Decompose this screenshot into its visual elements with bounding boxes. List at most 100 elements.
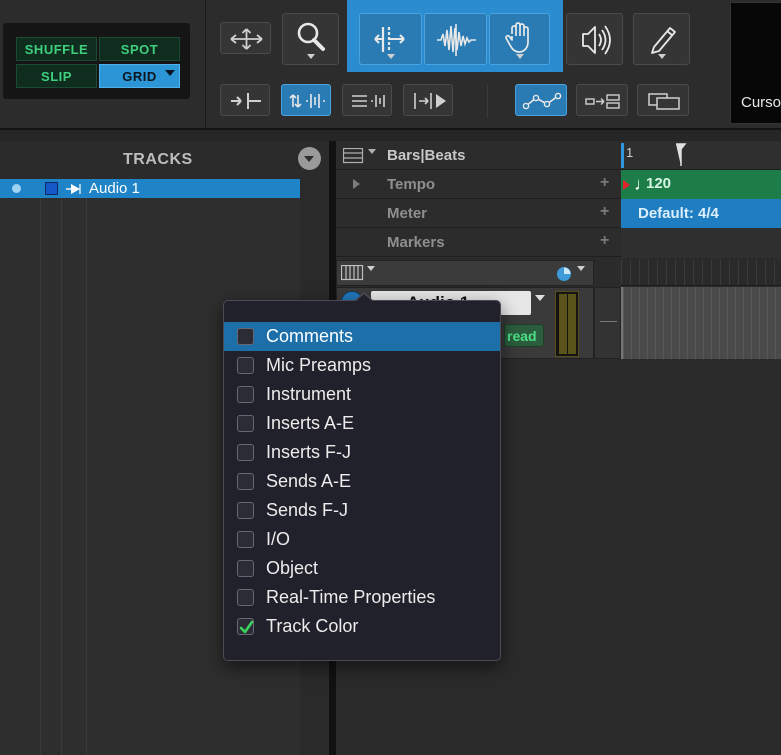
menu-item-object[interactable]: Object	[224, 554, 500, 583]
scrubber-tool-button[interactable]	[566, 13, 623, 65]
track-color-swatch	[45, 182, 58, 195]
trim-dropdown-icon	[386, 54, 395, 59]
menu-item-io[interactable]: I/O	[224, 525, 500, 554]
checkbox[interactable]	[237, 386, 254, 403]
speaker-icon	[582, 25, 611, 55]
checkmark-icon	[239, 620, 254, 634]
track-show-hide-icon[interactable]	[12, 184, 21, 193]
add-marker-icon[interactable]: +	[600, 232, 609, 250]
menu-item-mic-preamps[interactable]: Mic Preamps	[224, 351, 500, 380]
menu-item-label: Mic Preamps	[266, 355, 372, 375]
ruler-timeline[interactable]: 1 ♩ 120 Default: 4/4	[621, 141, 781, 258]
insertion-follows-playback-button[interactable]	[403, 84, 453, 116]
checkbox[interactable]	[237, 589, 254, 606]
tab-transient-icon	[231, 93, 261, 109]
timebase-dropdown-icon[interactable]	[577, 266, 585, 271]
menu-item-label: Track Color	[266, 616, 359, 636]
menu-item-sends-a-e[interactable]: Sends A-E	[224, 467, 500, 496]
layered-clips-icon	[648, 93, 680, 110]
slip-mode-button[interactable]: SLIP	[16, 64, 97, 88]
menu-item-track-color[interactable]: Track Color	[224, 612, 500, 641]
menu-item-inserts-a-e[interactable]: Inserts A-E	[224, 409, 500, 438]
tempo-label: Tempo	[387, 176, 436, 193]
bar-number: 1	[626, 145, 634, 160]
layered-editing-button[interactable]	[637, 84, 689, 116]
spot-mode-button[interactable]: SPOT	[99, 37, 180, 61]
shuffle-mode-button[interactable]: SHUFFLE	[16, 37, 97, 61]
checkbox[interactable]	[237, 328, 254, 345]
menu-item-real-time-properties[interactable]: Real-Time Properties	[224, 583, 500, 612]
track-header-extra	[594, 287, 621, 359]
view-dropdown-icon[interactable]	[367, 266, 375, 271]
grabber-dropdown-icon	[515, 54, 524, 59]
meter-timeline[interactable]: Default: 4/4	[621, 199, 781, 228]
menu-item-comments[interactable]: Comments	[224, 322, 500, 351]
tab-to-transients-button[interactable]	[220, 84, 270, 116]
menu-item-label: Real-Time Properties	[266, 587, 436, 607]
tempo-timeline[interactable]: ♩ 120	[621, 170, 781, 199]
checkbox[interactable]	[237, 415, 254, 432]
checkbox[interactable]	[237, 444, 254, 461]
end-flag-icon[interactable]	[675, 143, 687, 167]
ruler-view-icon[interactable]	[343, 148, 377, 164]
link-timeline-edit-button[interactable]	[281, 84, 331, 116]
toolbar-divider	[487, 84, 488, 118]
checkbox[interactable]	[237, 473, 254, 490]
markers-timeline[interactable]	[621, 228, 781, 258]
ruler-markers[interactable]: Markers +	[336, 228, 621, 257]
tracks-menu-button[interactable]	[298, 147, 321, 170]
menu-item-instrument[interactable]: Instrument	[224, 380, 500, 409]
zoom-toggle-icon	[230, 28, 263, 50]
automation-node-icon	[522, 92, 562, 110]
menu-item-inserts-f-j[interactable]: Inserts F-J	[224, 438, 500, 467]
automation-mode-label: read	[507, 328, 537, 344]
meter-label: Meter	[387, 205, 428, 222]
ruler-meter[interactable]: Meter +	[336, 199, 621, 228]
waveform-selector-icon	[437, 24, 476, 56]
checkbox[interactable]	[237, 531, 254, 548]
track-list-name: Audio 1	[89, 180, 140, 197]
grabber-tool-button[interactable]	[489, 13, 550, 65]
menu-item-label: Object	[266, 558, 319, 578]
tempo-expand-icon[interactable]	[353, 179, 360, 189]
cursor-label: Curso	[741, 94, 781, 111]
grid-dropdown-icon	[165, 70, 175, 76]
mirrored-midi-edit-button[interactable]	[576, 84, 628, 116]
grid-mode-label: GRID	[122, 68, 157, 84]
zoomer-tool-button[interactable]	[282, 13, 339, 65]
menu-item-label: Sends F-J	[266, 500, 349, 520]
playhead-start-marker[interactable]	[621, 143, 624, 168]
link-track-edit-button[interactable]	[342, 84, 392, 116]
checkbox[interactable]	[237, 560, 254, 577]
track-list-item[interactable]: Audio 1	[0, 179, 300, 198]
zoom-toggle-button[interactable]	[220, 22, 271, 54]
trim-tool-button[interactable]	[359, 13, 422, 65]
shuffle-mode-label: SHUFFLE	[24, 41, 89, 57]
automation-follows-edit-button[interactable]	[515, 84, 567, 116]
checkbox[interactable]	[237, 357, 254, 374]
tempo-marker-icon[interactable]	[623, 180, 630, 190]
ruler-bars-beats[interactable]: Bars|Beats	[336, 141, 621, 170]
timebase-icon[interactable]	[556, 266, 572, 282]
toolbar: SHUFFLE SPOT SLIP GRID Curso	[0, 0, 781, 130]
checkbox[interactable]	[237, 502, 254, 519]
bars-beats-timeline[interactable]: 1	[621, 141, 781, 170]
checkbox-checked[interactable]	[237, 618, 254, 635]
menu-item-sends-f-j[interactable]: Sends F-J	[224, 496, 500, 525]
audio-track-icon	[66, 184, 81, 194]
pencil-tool-button[interactable]	[633, 13, 690, 65]
automation-mode-button[interactable]: read	[504, 324, 544, 347]
edit-window-view-icon[interactable]	[341, 265, 365, 281]
track-playlist-area[interactable]	[621, 287, 781, 359]
edit-grid-header[interactable]	[621, 260, 781, 286]
link-track-icon	[352, 95, 385, 107]
ruler-tempo[interactable]: Tempo +	[336, 170, 621, 199]
grid-mode-button[interactable]: GRID	[99, 64, 180, 88]
menu-pointer	[355, 294, 373, 302]
add-meter-icon[interactable]: +	[600, 203, 609, 221]
pencil-dropdown-icon	[657, 54, 666, 59]
meter-value: Default: 4/4	[638, 205, 719, 222]
selector-tool-button[interactable]	[424, 13, 487, 65]
track-name-dropdown-icon[interactable]	[535, 295, 545, 301]
add-tempo-icon[interactable]: +	[600, 174, 609, 192]
